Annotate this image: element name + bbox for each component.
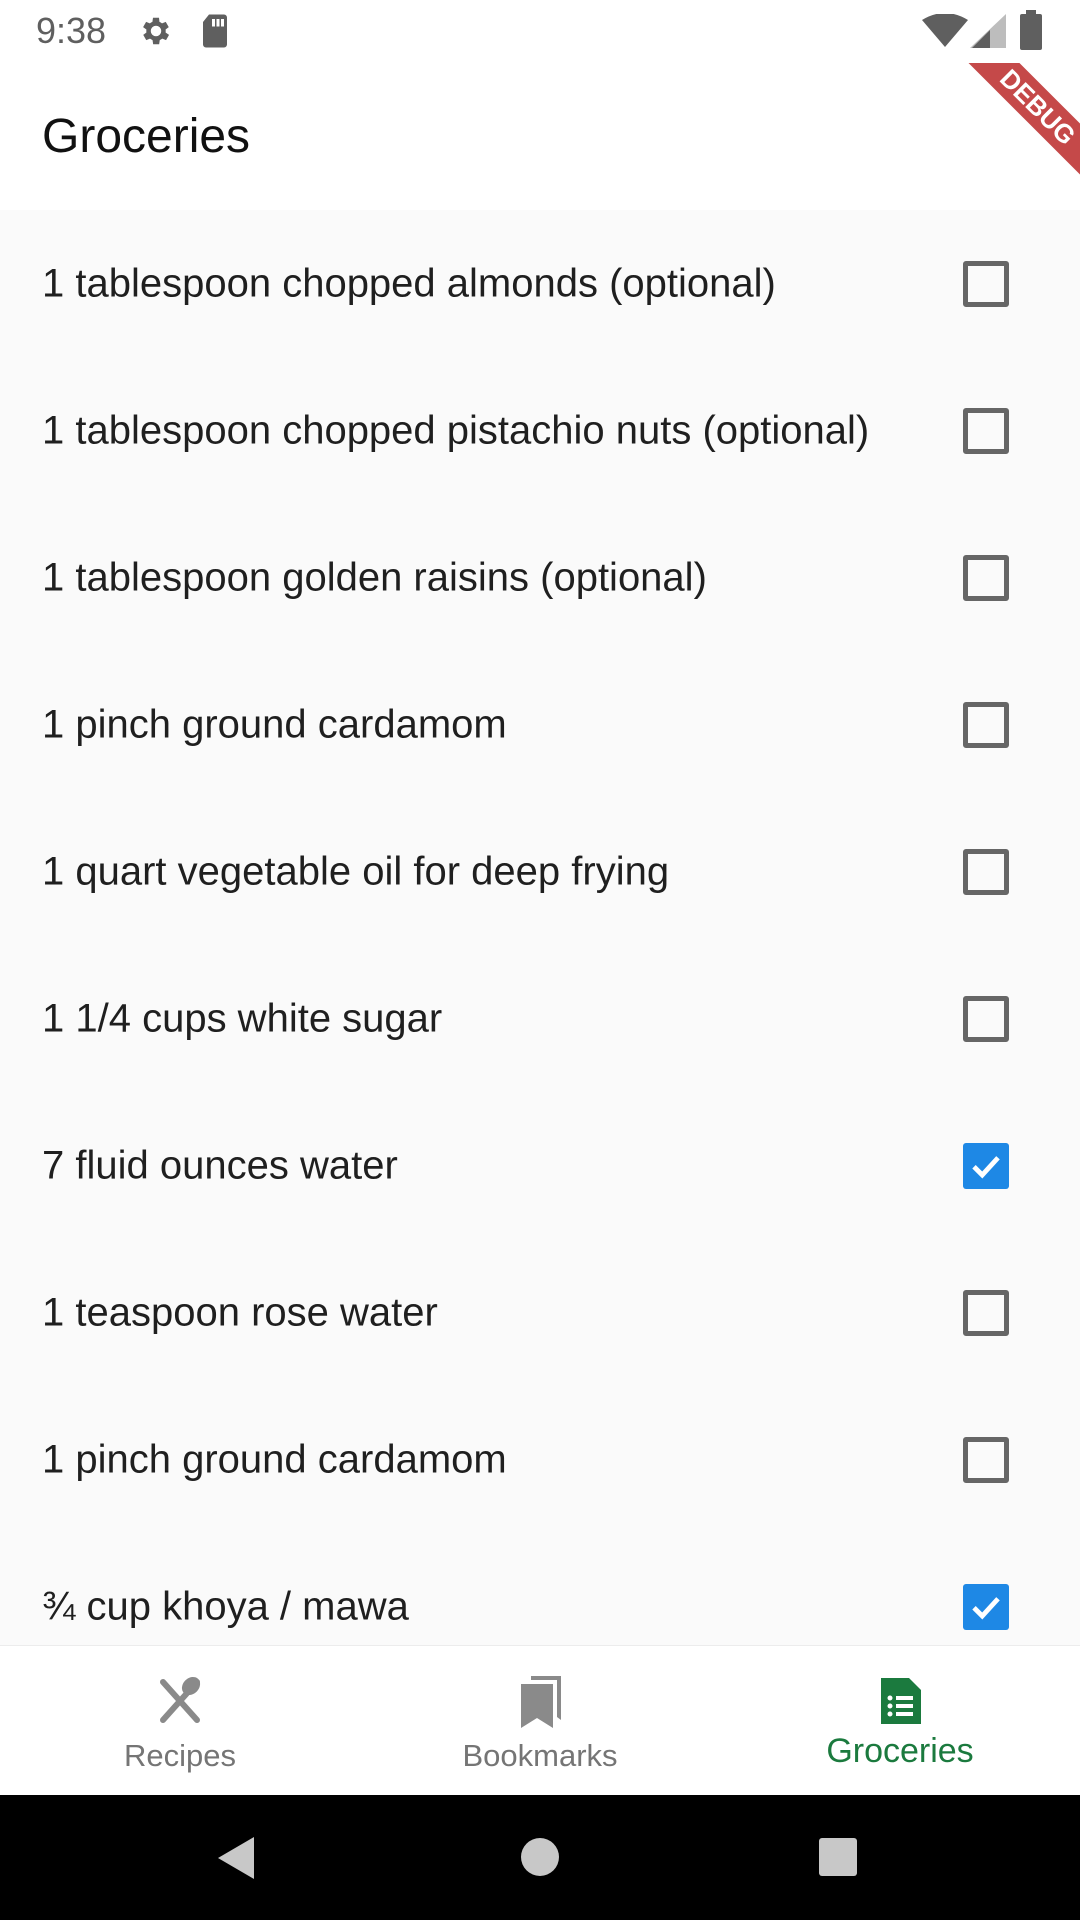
check-icon bbox=[972, 1155, 1000, 1178]
nav-item-bookmarks[interactable]: Bookmarks bbox=[360, 1646, 720, 1796]
grocery-item[interactable]: 1 quart vegetable oil for deep frying bbox=[0, 798, 1080, 945]
debug-banner-label: DEBUG bbox=[961, 63, 1080, 183]
status-time: 9:38 bbox=[36, 10, 107, 51]
grocery-checkbox[interactable] bbox=[963, 554, 1009, 601]
sd-card-icon bbox=[203, 14, 227, 48]
grocery-item-text: ¾ cup khoya / mawa bbox=[42, 1584, 409, 1628]
back-icon[interactable] bbox=[216, 1835, 256, 1881]
status-bar: 9:38 bbox=[0, 0, 1080, 63]
grocery-checkbox[interactable] bbox=[963, 848, 1009, 895]
grocery-checkbox[interactable] bbox=[963, 1289, 1009, 1336]
nav-label-recipes: Recipes bbox=[124, 1738, 236, 1773]
check-icon bbox=[972, 1596, 1000, 1619]
grocery-item-text: 1 tablespoon golden raisins (optional) bbox=[42, 555, 707, 599]
grocery-item-text: 1 pinch ground cardamom bbox=[42, 1437, 507, 1481]
grocery-checkbox[interactable] bbox=[963, 1583, 1009, 1630]
gear-icon bbox=[143, 17, 170, 45]
grocery-checkbox[interactable] bbox=[963, 407, 1009, 454]
grocery-item-text: 7 fluid ounces water bbox=[42, 1143, 398, 1187]
nav-label-groceries: Groceries bbox=[826, 1732, 974, 1770]
system-nav-bar bbox=[0, 1795, 1080, 1920]
grocery-item-text: 1 quart vegetable oil for deep frying bbox=[42, 849, 670, 893]
grocery-list[interactable]: 1 tablespoon chopped almonds (optional) … bbox=[0, 210, 1080, 1644]
grocery-item-text: 1 tablespoon chopped almonds (optional) bbox=[42, 261, 776, 305]
battery-icon bbox=[1020, 10, 1042, 50]
grocery-item[interactable]: 1 teaspoon rose water bbox=[0, 1239, 1080, 1386]
nav-item-groceries[interactable]: Groceries bbox=[720, 1646, 1080, 1796]
page-title: Groceries bbox=[42, 110, 251, 163]
grocery-item-text: 1 tablespoon chopped pistachio nuts (opt… bbox=[42, 408, 870, 452]
nav-label-bookmarks: Bookmarks bbox=[462, 1738, 618, 1773]
grocery-item[interactable]: ¾ cup khoya / mawa bbox=[0, 1533, 1080, 1644]
grocery-item[interactable]: 1 1/4 cups white sugar bbox=[0, 945, 1080, 1092]
grocery-item[interactable]: 1 tablespoon chopped pistachio nuts (opt… bbox=[0, 357, 1080, 504]
grocery-item-text: 1 1/4 cups white sugar bbox=[42, 996, 443, 1040]
fork-knife-icon bbox=[160, 1676, 201, 1723]
app-bar: Groceries bbox=[0, 63, 1080, 210]
grocery-item[interactable]: 7 fluid ounces water bbox=[0, 1092, 1080, 1239]
grocery-item-text: 1 teaspoon rose water bbox=[42, 1290, 438, 1334]
grocery-checkbox[interactable] bbox=[963, 1436, 1009, 1483]
recent-apps-icon[interactable] bbox=[818, 1837, 858, 1877]
grocery-checkbox[interactable] bbox=[963, 701, 1009, 748]
grocery-item[interactable]: 1 tablespoon golden raisins (optional) bbox=[0, 504, 1080, 651]
grocery-item-text: 1 pinch ground cardamom bbox=[42, 702, 507, 746]
bottom-navigation: Recipes Bookmarks Groceries bbox=[0, 1645, 1080, 1796]
grocery-checkbox[interactable] bbox=[963, 260, 1009, 307]
nav-item-recipes[interactable]: Recipes bbox=[0, 1646, 360, 1796]
bookmarks-icon bbox=[521, 1676, 561, 1728]
grocery-item[interactable]: 1 tablespoon chopped almonds (optional) bbox=[0, 210, 1080, 357]
grocery-item[interactable]: 1 pinch ground cardamom bbox=[0, 1386, 1080, 1533]
home-icon[interactable] bbox=[520, 1837, 560, 1877]
grocery-checkbox[interactable] bbox=[963, 1142, 1009, 1189]
debug-banner: DEBUG bbox=[960, 63, 1080, 183]
grocery-checkbox[interactable] bbox=[963, 995, 1009, 1042]
wifi-icon bbox=[922, 14, 968, 47]
grocery-item[interactable]: 1 pinch ground cardamom bbox=[0, 651, 1080, 798]
signal-icon bbox=[970, 14, 1006, 48]
list-icon bbox=[881, 1678, 921, 1724]
